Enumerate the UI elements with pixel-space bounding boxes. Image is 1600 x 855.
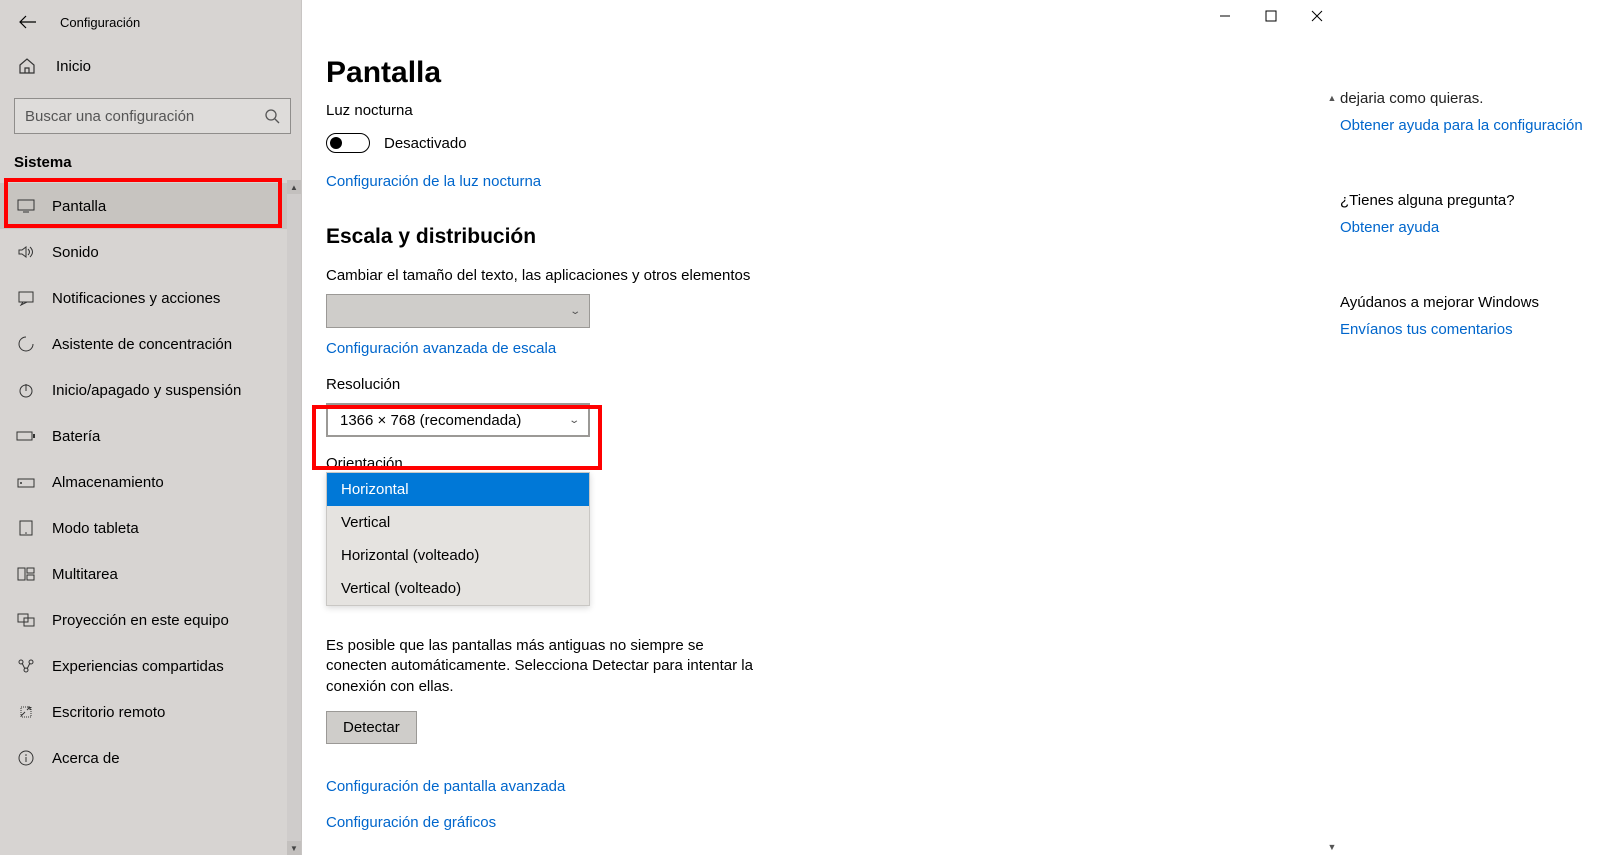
- orientation-label: Orientación: [326, 455, 1056, 472]
- night-light-settings-link[interactable]: Configuración de la luz nocturna: [326, 173, 541, 190]
- scroll-down-icon[interactable]: ▼: [287, 841, 301, 855]
- advanced-display-link[interactable]: Configuración de pantalla avanzada: [326, 778, 565, 795]
- close-button[interactable]: [1294, 0, 1340, 32]
- sound-icon: [16, 245, 36, 259]
- sidebar-scrollbar[interactable]: ▲ ▼: [287, 180, 301, 855]
- sidebar-item-concentracion[interactable]: Asistente de concentración: [0, 321, 301, 367]
- home-label: Inicio: [56, 58, 91, 75]
- sidebar-item-label: Experiencias compartidas: [52, 658, 224, 675]
- search-icon: [264, 108, 280, 124]
- sidebar-item-pantalla[interactable]: Pantalla: [0, 183, 301, 229]
- text-size-label: Cambiar el tamaño del texto, las aplicac…: [326, 267, 1056, 284]
- minimize-icon: [1219, 10, 1231, 22]
- multitask-icon: [16, 567, 36, 581]
- shared-icon: [16, 658, 36, 674]
- orientation-option-vertical-volteado[interactable]: Vertical (volteado): [327, 572, 589, 605]
- close-icon: [1311, 10, 1323, 22]
- aside-panel: dejaria como quieras. Obtener ayuda para…: [1340, 0, 1600, 855]
- power-icon: [16, 382, 36, 398]
- partial-text: dejaria como quieras.: [1340, 90, 1600, 107]
- back-button[interactable]: [18, 12, 38, 32]
- sidebar-item-label: Pantalla: [52, 198, 106, 215]
- orientation-option-vertical[interactable]: Vertical: [327, 506, 589, 539]
- chevron-down-icon: ⌄: [568, 415, 580, 426]
- main-scrollbar[interactable]: ▲ ▼: [1324, 90, 1340, 855]
- sidebar-item-home[interactable]: Inicio: [0, 44, 301, 88]
- search-input[interactable]: [25, 108, 264, 125]
- send-feedback-link[interactable]: Envíanos tus comentarios: [1340, 321, 1600, 338]
- minimize-button[interactable]: [1202, 0, 1248, 32]
- sidebar-item-sonido[interactable]: Sonido: [0, 229, 301, 275]
- sidebar: Configuración Inicio Sistema Pantalla So…: [0, 0, 302, 855]
- toggle-knob: [330, 137, 342, 149]
- sidebar-item-escritorio-remoto[interactable]: Escritorio remoto: [0, 689, 301, 735]
- sidebar-item-experiencias[interactable]: Experiencias compartidas: [0, 643, 301, 689]
- search-input-container[interactable]: [14, 98, 291, 134]
- sidebar-item-proyeccion[interactable]: Proyección en este equipo: [0, 597, 301, 643]
- text-size-dropdown[interactable]: ⌄: [326, 294, 590, 328]
- get-help-link[interactable]: Obtener ayuda: [1340, 219, 1600, 236]
- sidebar-item-label: Acerca de: [52, 750, 120, 767]
- sidebar-item-label: Proyección en este equipo: [52, 612, 229, 629]
- display-icon: [16, 199, 36, 213]
- info-icon: [16, 750, 36, 766]
- question-title: ¿Tienes alguna pregunta?: [1340, 192, 1600, 209]
- sidebar-item-label: Inicio/apagado y suspensión: [52, 382, 241, 399]
- resolution-value: 1366 × 768 (recomendada): [340, 412, 521, 429]
- sidebar-item-label: Notificaciones y acciones: [52, 290, 220, 307]
- sidebar-item-modo-tableta[interactable]: Modo tableta: [0, 505, 301, 551]
- sidebar-item-almacenamiento[interactable]: Almacenamiento: [0, 459, 301, 505]
- sidebar-section-title: Sistema: [14, 154, 301, 171]
- sidebar-item-label: Modo tableta: [52, 520, 139, 537]
- sidebar-item-label: Multitarea: [52, 566, 118, 583]
- scale-section-header: Escala y distribución: [326, 225, 1056, 249]
- sidebar-item-label: Batería: [52, 428, 100, 445]
- main-content: Pantalla Luz nocturna Desactivado Config…: [302, 0, 1340, 855]
- maximize-button[interactable]: [1248, 0, 1294, 32]
- detect-button[interactable]: Detectar: [326, 711, 417, 744]
- detect-note: Es posible que las pantallas más antigua…: [326, 636, 756, 697]
- chevron-down-icon: ⌄: [569, 306, 581, 317]
- scroll-down-icon[interactable]: ▼: [1324, 839, 1340, 855]
- night-light-label: Luz nocturna: [326, 102, 1056, 119]
- storage-icon: [16, 475, 36, 489]
- battery-icon: [16, 430, 36, 442]
- graphics-settings-link[interactable]: Configuración de gráficos: [326, 814, 496, 831]
- sidebar-item-notificaciones[interactable]: Notificaciones y acciones: [0, 275, 301, 321]
- sidebar-item-label: Almacenamiento: [52, 474, 164, 491]
- night-light-toggle[interactable]: [326, 133, 370, 153]
- notifications-icon: [16, 290, 36, 306]
- sidebar-item-bateria[interactable]: Batería: [0, 413, 301, 459]
- remote-icon: [16, 704, 36, 720]
- tablet-icon: [16, 520, 36, 536]
- sidebar-item-acerca-de[interactable]: Acerca de: [0, 735, 301, 781]
- maximize-icon: [1265, 10, 1277, 22]
- app-title: Configuración: [60, 15, 140, 30]
- window-controls: [1202, 0, 1340, 32]
- focus-icon: [16, 335, 36, 353]
- scroll-up-icon[interactable]: ▲: [287, 180, 301, 194]
- night-light-state: Desactivado: [384, 135, 467, 152]
- advanced-scale-link[interactable]: Configuración avanzada de escala: [326, 340, 556, 357]
- help-config-link[interactable]: Obtener ayuda para la configuración: [1340, 117, 1600, 134]
- project-icon: [16, 613, 36, 627]
- improve-title: Ayúdanos a mejorar Windows: [1340, 294, 1600, 311]
- arrow-left-icon: [19, 15, 37, 29]
- sidebar-item-label: Escritorio remoto: [52, 704, 165, 721]
- resolution-label: Resolución: [326, 376, 1056, 393]
- orientation-option-horizontal-volteado[interactable]: Horizontal (volteado): [327, 539, 589, 572]
- sidebar-item-label: Sonido: [52, 244, 99, 261]
- sidebar-item-multitarea[interactable]: Multitarea: [0, 551, 301, 597]
- scroll-up-icon[interactable]: ▲: [1324, 90, 1340, 106]
- page-title: Pantalla: [326, 56, 1056, 90]
- sidebar-list: Pantalla Sonido Notificaciones y accione…: [0, 183, 301, 781]
- sidebar-item-label: Asistente de concentración: [52, 336, 232, 353]
- sidebar-header: Configuración: [0, 0, 301, 44]
- orientation-option-horizontal[interactable]: Horizontal: [327, 473, 589, 506]
- orientation-dropdown-open[interactable]: Horizontal Vertical Horizontal (volteado…: [326, 472, 590, 606]
- sidebar-item-inicio-apagado[interactable]: Inicio/apagado y suspensión: [0, 367, 301, 413]
- resolution-dropdown[interactable]: 1366 × 768 (recomendada) ⌄: [326, 403, 590, 437]
- home-icon: [18, 57, 36, 75]
